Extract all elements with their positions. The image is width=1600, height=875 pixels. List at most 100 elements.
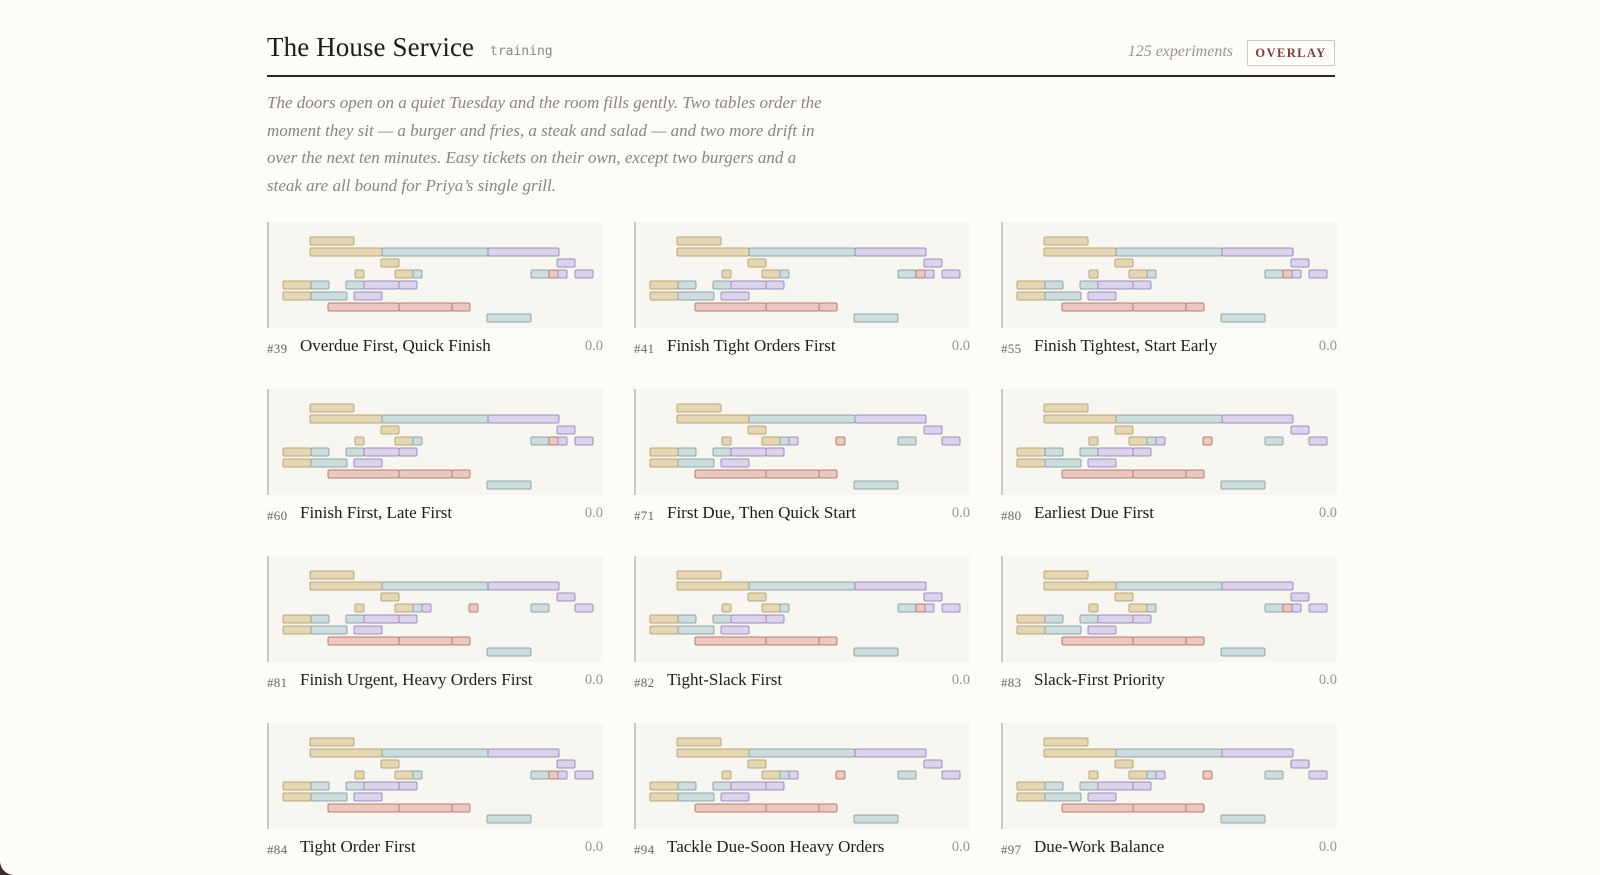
- gantt-bar: [354, 770, 365, 780]
- gantt-bar: [486, 814, 532, 824]
- gantt-bar: [1185, 803, 1205, 813]
- gantt-bar: [412, 436, 423, 446]
- gantt-bar: [309, 570, 355, 580]
- gantt-chart: [649, 570, 961, 657]
- gantt-bar: [310, 781, 330, 791]
- gantt-bar: [309, 748, 383, 758]
- experiment-card[interactable]: #97 Due-Work Balance 0.0: [1001, 723, 1337, 873]
- gantt-bar: [676, 748, 750, 758]
- experiment-number: #84: [267, 842, 288, 857]
- schedule-thumbnail: [267, 723, 603, 829]
- gantt-bar: [694, 803, 767, 813]
- gantt-bar: [677, 280, 697, 290]
- gantt-bar: [1043, 581, 1117, 591]
- gantt-bar: [1079, 614, 1099, 624]
- gantt-chart: [282, 236, 594, 323]
- gantt-bar: [649, 447, 679, 457]
- experiment-number: #97: [1001, 842, 1022, 857]
- experiment-number: #83: [1001, 675, 1022, 690]
- gantt-bar: [1282, 603, 1293, 613]
- gantt-bar: [761, 269, 781, 279]
- gantt-bar: [761, 770, 781, 780]
- experiment-number: #41: [634, 341, 655, 356]
- gantt-bar: [765, 302, 820, 312]
- gantt-bar: [1088, 269, 1099, 279]
- gantt-bar: [1202, 770, 1213, 780]
- gantt-bar: [381, 414, 489, 424]
- gantt-bar: [1132, 469, 1187, 479]
- gantt-bar: [765, 803, 820, 813]
- experiment-card[interactable]: #83 Slack-First Priority 0.0: [1001, 556, 1337, 706]
- experiment-card[interactable]: #94 Tackle Due-Soon Heavy Orders 0.0: [634, 723, 970, 873]
- gantt-bar: [761, 436, 781, 446]
- gantt-bar: [398, 614, 418, 624]
- gantt-bar: [1115, 414, 1223, 424]
- gantt-bar: [1016, 781, 1046, 791]
- gantt-bar: [1291, 269, 1302, 279]
- gantt-bar: [712, 280, 732, 290]
- gantt-bar: [1128, 436, 1148, 446]
- experiment-number: #81: [267, 675, 288, 690]
- gantt-bar: [309, 403, 355, 413]
- schedule-thumbnail: [1001, 723, 1337, 829]
- schedule-thumbnail: [1001, 222, 1337, 328]
- gantt-bar: [487, 581, 560, 591]
- gantt-bar: [1185, 469, 1205, 479]
- experiment-card[interactable]: #41 Finish Tight Orders First 0.0: [634, 222, 970, 372]
- gantt-bar: [694, 302, 767, 312]
- gantt-bar: [548, 770, 559, 780]
- gantt-bar: [923, 425, 943, 435]
- gantt-bar: [363, 614, 400, 624]
- gantt-bar: [1132, 803, 1187, 813]
- experiment-card[interactable]: #39 Overdue First, Quick Finish 0.0: [267, 222, 603, 372]
- gantt-bar: [412, 603, 423, 613]
- experiment-score: 0.0: [951, 672, 970, 688]
- gantt-bar: [818, 302, 838, 312]
- experiment-grid: #39 Overdue First, Quick Finish 0.0 #41 Fini…: [0, 0, 1600, 875]
- experiment-card[interactable]: #55 Finish Tightest, Start Early 0.0: [1001, 222, 1337, 372]
- gantt-bar: [854, 247, 927, 257]
- gantt-bar: [941, 770, 961, 780]
- experiment-score: 0.0: [951, 338, 970, 354]
- experiment-card[interactable]: #82 Tight-Slack First 0.0: [634, 556, 970, 706]
- gantt-bar: [941, 603, 961, 613]
- gantt-bar: [327, 302, 400, 312]
- gantt-bar: [394, 603, 414, 613]
- gantt-bar: [556, 592, 576, 602]
- gantt-bar: [530, 436, 550, 446]
- gantt-bar: [1264, 436, 1284, 446]
- gantt-bar: [1290, 258, 1310, 268]
- gantt-bar: [853, 647, 899, 657]
- gantt-chart: [282, 403, 594, 490]
- gantt-bar: [310, 614, 330, 624]
- gantt-bar: [1044, 614, 1064, 624]
- gantt-bar: [1016, 614, 1046, 624]
- gantt-bar: [354, 436, 365, 446]
- experiment-card[interactable]: #60 Finish First, Late First 0.0: [267, 389, 603, 539]
- gantt-chart: [1016, 737, 1328, 824]
- experiment-card[interactable]: #81 Finish Urgent, Heavy Orders First 0.0: [267, 556, 603, 706]
- gantt-bar: [310, 280, 330, 290]
- gantt-bar: [1220, 480, 1266, 490]
- gantt-bar: [720, 792, 750, 802]
- gantt-bar: [712, 614, 732, 624]
- gantt-bar: [915, 269, 926, 279]
- gantt-bar: [327, 803, 400, 813]
- gantt-bar: [381, 748, 489, 758]
- experiment-card[interactable]: #84 Tight Order First 0.0: [267, 723, 603, 873]
- gantt-bar: [1221, 748, 1294, 758]
- gantt-bar: [748, 581, 856, 591]
- gantt-bar: [451, 636, 471, 646]
- experiment-card[interactable]: #71 First Due, Then Quick Start 0.0: [634, 389, 970, 539]
- gantt-bar: [676, 570, 722, 580]
- experiment-name: First Due, Then Quick Start: [667, 503, 857, 522]
- experiment-number: #80: [1001, 508, 1022, 523]
- gantt-bar: [1087, 458, 1117, 468]
- gantt-bar: [398, 447, 418, 457]
- gantt-bar: [779, 269, 790, 279]
- gantt-bar: [712, 781, 732, 791]
- gantt-chart: [649, 403, 961, 490]
- gantt-bar: [398, 469, 453, 479]
- gantt-bar: [412, 269, 423, 279]
- experiment-card[interactable]: #80 Earliest Due First 0.0: [1001, 389, 1337, 539]
